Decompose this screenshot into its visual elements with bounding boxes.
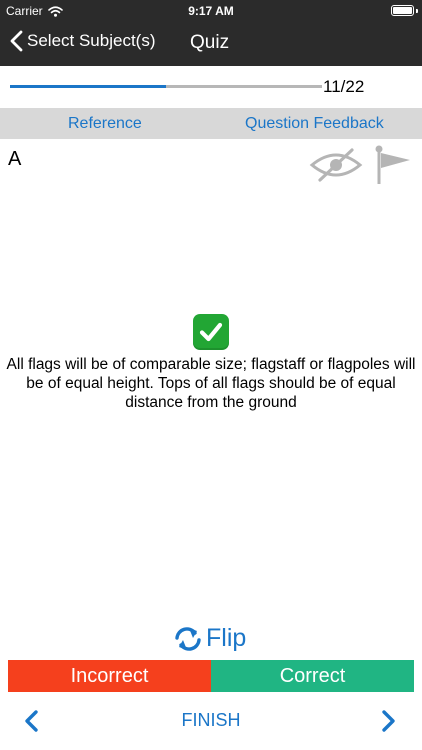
progress-counter: 11/22	[323, 77, 365, 96]
answer-text: All flags will be of comparable size; fl…	[6, 356, 416, 411]
flag-icon[interactable]	[372, 144, 412, 191]
next-button[interactable]	[378, 709, 398, 738]
progress-track	[10, 85, 322, 88]
flip-icon	[175, 626, 201, 651]
flip-label: Flip	[206, 624, 247, 652]
tab-bar: Reference Question Feedback	[0, 108, 422, 139]
back-button-label: Select Subject(s)	[27, 31, 156, 50]
battery-icon	[391, 5, 414, 16]
chevron-left-icon	[10, 30, 23, 52]
check-mark-icon	[193, 314, 229, 350]
battery-tip	[416, 9, 418, 13]
progress-fill	[10, 85, 166, 88]
page-title: Quiz	[190, 32, 230, 53]
tab-reference[interactable]: Reference	[68, 115, 142, 133]
finish-button-row: FINISH	[0, 710, 422, 731]
status-bar: Carrier 9:17 AM	[0, 0, 422, 22]
tab-question-feedback[interactable]: Question Feedback	[245, 115, 384, 133]
progress-area: 11/22	[0, 66, 422, 108]
incorrect-button[interactable]: Incorrect	[8, 660, 211, 692]
nav-bar: Select Subject(s) Quiz	[0, 22, 422, 66]
finish-button[interactable]: FINISH	[181, 710, 240, 730]
card-side-label: A	[8, 148, 22, 170]
flip-button[interactable]: Flip	[172, 624, 246, 653]
back-button[interactable]: Select Subject(s)	[10, 30, 156, 52]
chevron-right-icon	[382, 710, 395, 732]
status-time: 9:17 AM	[188, 4, 234, 18]
hide-eye-icon[interactable]	[308, 147, 364, 188]
correct-button[interactable]: Correct	[211, 660, 414, 692]
battery-level	[393, 7, 412, 14]
